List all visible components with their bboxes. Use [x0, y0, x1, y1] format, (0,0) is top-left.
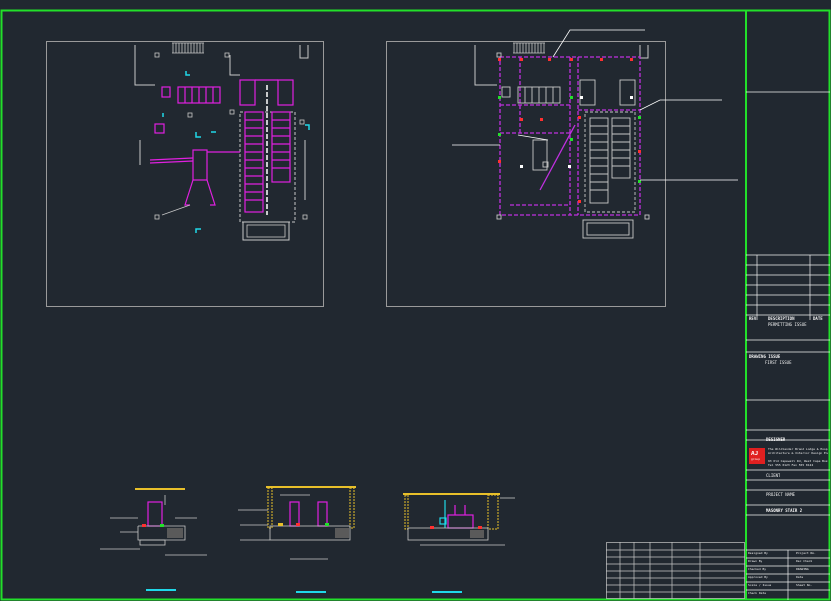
conduit-runs	[499, 56, 641, 216]
signoff-label: Scale / Issue	[748, 584, 772, 587]
drawing-issue-value: FIRST ISSUE	[765, 360, 792, 365]
title-block-grid	[746, 91, 830, 600]
equipment-magenta	[149, 79, 294, 213]
company-line: Tel 555 0123 Fax 555 0124	[768, 464, 814, 467]
company-line: The Wildlander Brand Lodge & Hospitality…	[768, 448, 828, 451]
signoff-value: Project No.	[796, 552, 816, 555]
signoff-label: Approved By	[748, 576, 768, 579]
logo-subtext: group	[751, 458, 761, 461]
project-label: PROJECT NAME	[766, 492, 795, 497]
section-detail-1	[100, 488, 207, 591]
designer-label: DESIGNER	[766, 437, 786, 442]
signoff-label: Drawn By	[748, 560, 763, 563]
signoff-value: Date	[796, 576, 804, 579]
section-detail-3	[403, 493, 515, 593]
signoff-value: DRAWING	[796, 568, 809, 571]
vent-grille	[513, 42, 545, 54]
client-label: CLIENT	[766, 473, 781, 478]
rev-column-header: REV	[749, 316, 757, 321]
plan-left-wall	[229, 55, 240, 76]
date-column-header: DATE	[813, 316, 823, 321]
signoff-value: Sheet No.	[796, 584, 813, 587]
plan-left-frame	[46, 41, 324, 307]
sheet-border	[0, 9, 831, 601]
drawing-title: MASONRY STAIR 2	[766, 508, 803, 513]
drawing-issue-label: DRAWING ISSUE	[749, 354, 781, 359]
signoff-label: Check Date	[748, 592, 767, 595]
plan-right-frame	[386, 41, 666, 307]
plan-right-wall	[639, 45, 649, 59]
signoff-value: Dec Check	[796, 560, 813, 563]
section-detail-2	[238, 486, 356, 593]
floor-plan-left	[46, 41, 324, 307]
company-line: Architecture & Interior Design Engineeri…	[768, 452, 828, 455]
logo-text: AJ	[751, 451, 759, 456]
leader-line	[161, 204, 191, 216]
issue-note: PERMITTING ISSUE	[768, 322, 807, 327]
plan-left-wall	[134, 45, 155, 86]
vent-grille	[172, 42, 204, 54]
drawing-schedule-table	[606, 542, 745, 599]
room-furniture	[496, 52, 650, 239]
cad-drawing-sheet	[0, 9, 831, 601]
signoff-label: Designed By	[748, 552, 768, 555]
company-line: 93 Old Capewell Rd, West Cape Boston Off…	[768, 460, 828, 463]
floor-plan-right	[386, 29, 738, 307]
stair-landing-inner	[246, 224, 286, 238]
description-column-header: DESCRIPTION	[768, 316, 795, 321]
plan-left-wall	[299, 45, 309, 59]
signoff-label: Checked By	[748, 568, 767, 571]
plan-right-wall	[474, 45, 497, 86]
